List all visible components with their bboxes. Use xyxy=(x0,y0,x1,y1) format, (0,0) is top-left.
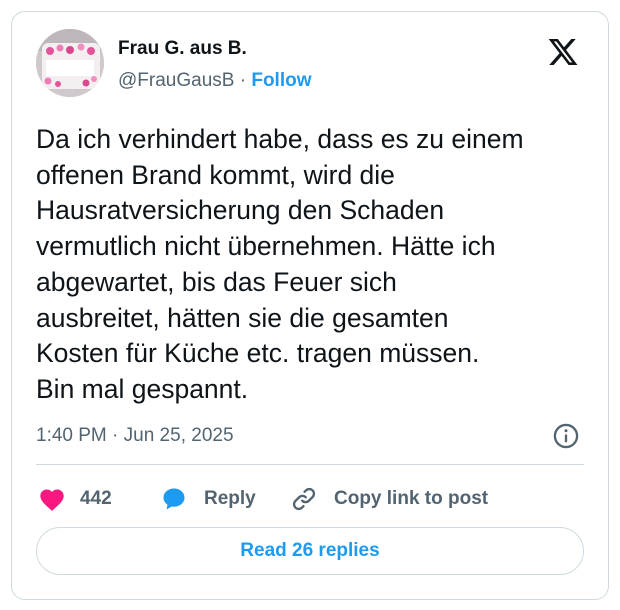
info-icon[interactable] xyxy=(552,422,580,450)
follow-link[interactable]: Follow xyxy=(251,70,311,91)
avatar[interactable] xyxy=(36,29,104,97)
reply-label: Reply xyxy=(204,488,256,509)
copy-link-button[interactable]: Copy link to post xyxy=(290,482,488,516)
like-button[interactable]: 442 xyxy=(38,482,112,516)
heart-icon xyxy=(40,489,64,511)
author-name[interactable]: Frau G. aus B. xyxy=(118,38,247,60)
handle-separator: · xyxy=(234,70,252,91)
copy-link-label: Copy link to post xyxy=(334,488,489,509)
tweet-card: Frau G. aus B. @FrauGausB · Follow Da ic… xyxy=(11,11,609,600)
reply-button[interactable]: Reply xyxy=(160,482,256,516)
author-handle-row: @FrauGausB · Follow xyxy=(118,70,312,92)
link-icon xyxy=(292,487,316,511)
divider xyxy=(36,464,584,465)
like-count: 442 xyxy=(80,488,112,509)
reply-bubble-icon xyxy=(163,488,185,510)
tweet-text: Da ich verhindert habe, dass es zu einem… xyxy=(36,124,524,404)
author-handle[interactable]: @FrauGausB xyxy=(118,70,234,91)
tweet-timestamp[interactable]: 1:40 PM · Jun 25, 2025 xyxy=(36,425,234,447)
x-logo-icon[interactable] xyxy=(546,36,580,68)
read-replies-button[interactable]: Read 26 replies xyxy=(36,527,584,575)
avatar-image xyxy=(36,29,104,97)
